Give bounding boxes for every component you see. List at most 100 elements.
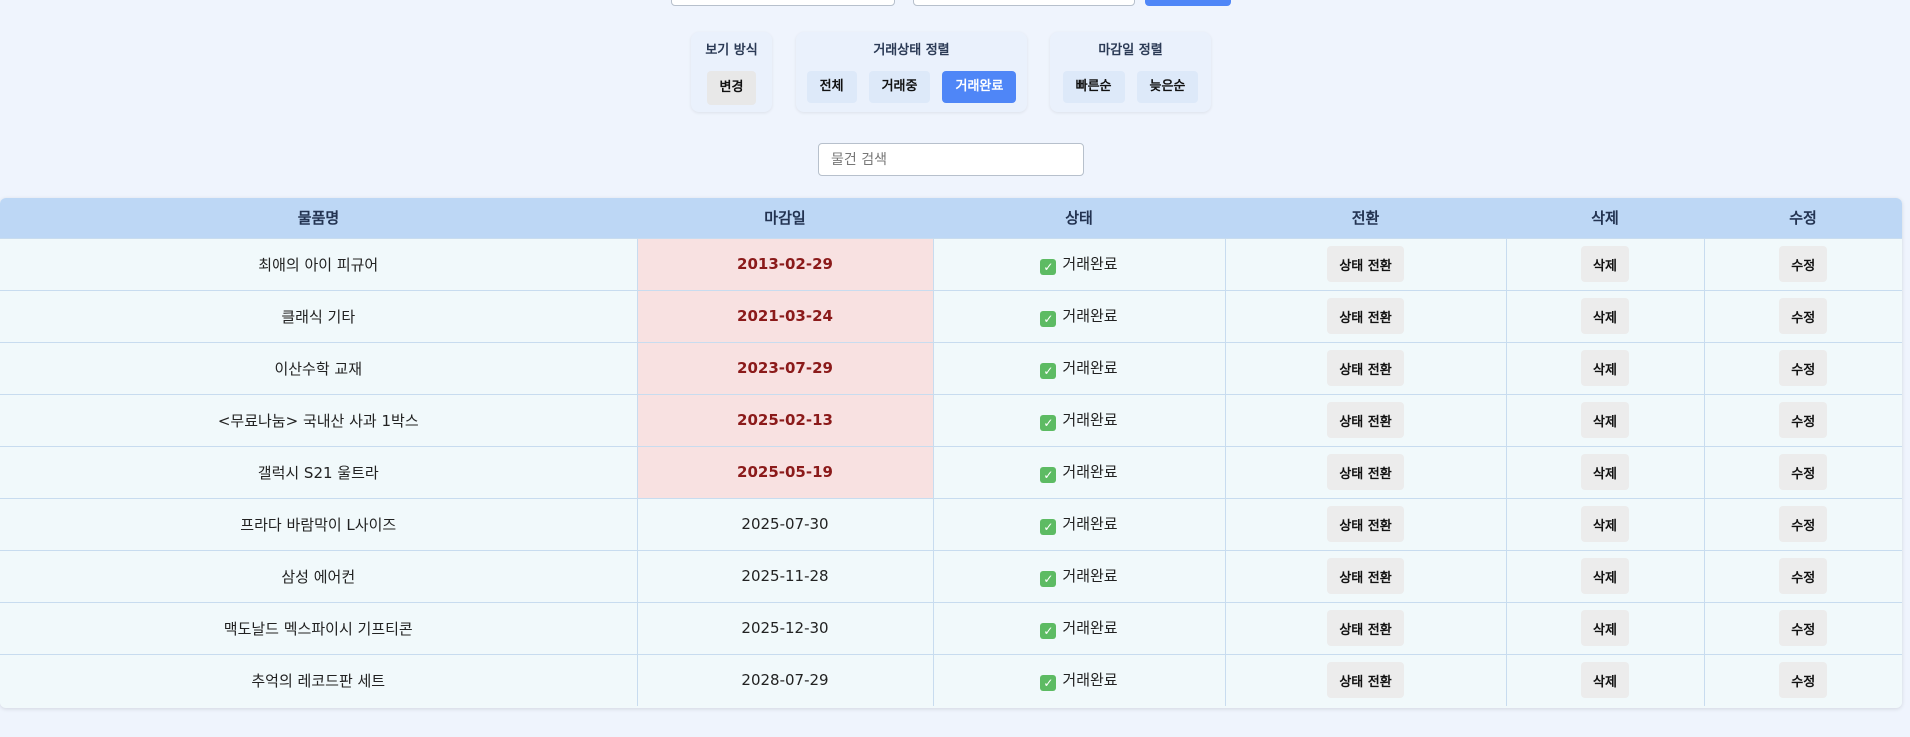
edit-button[interactable]: 수정: [1779, 662, 1828, 699]
status-label: 거래완료: [1062, 671, 1118, 690]
check-box-icon: ✓: [1040, 571, 1057, 587]
delete-button[interactable]: 삭제: [1581, 402, 1629, 438]
delete-button[interactable]: 삭제: [1581, 506, 1629, 542]
toggle-status-button[interactable]: 상태 전환: [1327, 662, 1404, 699]
check-box-icon: ✓: [1040, 259, 1057, 275]
toggle-status-button[interactable]: 상태 전환: [1327, 506, 1404, 542]
delete-button[interactable]: 삭제: [1581, 350, 1629, 386]
item-name: 갤럭시 S21 울트라: [0, 445, 638, 498]
delete-button-cell: 삭제: [1506, 237, 1705, 290]
status-sort-button-1[interactable]: 거래중: [868, 71, 931, 103]
column-header-2: 상태: [933, 198, 1225, 238]
item-name: 이산수학 교재: [0, 341, 638, 394]
status-label: 거래완료: [1062, 411, 1118, 429]
toggle-status-button-cell: 상태 전환: [1225, 445, 1507, 498]
toggle-status-button-cell: 상태 전환: [1225, 289, 1507, 342]
deadline-sort-title: 마감일 정렬: [1098, 43, 1163, 58]
edit-button[interactable]: 수정: [1779, 454, 1828, 490]
column-header-4: 삭제: [1506, 198, 1704, 238]
item-deadline: 2021-03-24: [637, 289, 934, 342]
item-name: 맥도날드 멕스파이시 기프티콘: [0, 601, 638, 654]
toggle-status-button-cell: 상태 전환: [1225, 497, 1507, 550]
delete-button[interactable]: 삭제: [1581, 298, 1629, 334]
toggle-status-button-cell: 상태 전환: [1225, 393, 1507, 446]
item-status: ✓ 거래완료: [933, 289, 1226, 342]
check-box-icon: ✓: [1040, 519, 1057, 535]
items-table: 물품명 마감일 상태 전환 삭제 수정 최애의 아이 피규어 2013-02-29 ✓ 거래완료…: [0, 198, 1902, 708]
top-input-2[interactable]: [913, 0, 1135, 6]
check-box-icon: ✓: [1040, 623, 1057, 639]
item-name: 추억의 레코드판 세트: [0, 653, 638, 706]
table-row: 이산수학 교재 2023-07-29 ✓ 거래완료 상태 전환 삭제 수정: [0, 341, 1902, 394]
top-submit-button[interactable]: [1145, 0, 1231, 6]
edit-button-cell: 수정: [1704, 601, 1902, 654]
table-header-row: 물품명 마감일 상태 전환 삭제 수정: [0, 198, 1902, 238]
edit-button-cell: 수정: [1704, 289, 1902, 342]
toggle-status-button[interactable]: 상태 전환: [1327, 454, 1404, 490]
delete-button[interactable]: 삭제: [1581, 610, 1629, 646]
item-status: ✓ 거래완료: [933, 237, 1226, 290]
toggle-status-button[interactable]: 상태 전환: [1327, 350, 1404, 386]
status-label: 거래완료: [1062, 255, 1118, 273]
status-label: 거래완료: [1062, 619, 1118, 637]
status-sort-title: 거래상태 정렬: [873, 43, 950, 58]
item-status: ✓ 거래완료: [933, 445, 1226, 498]
edit-button[interactable]: 수정: [1779, 298, 1828, 334]
item-name: 최애의 아이 피규어: [0, 237, 638, 290]
check-box-icon: ✓: [1040, 415, 1057, 431]
search-input[interactable]: [818, 143, 1084, 176]
edit-button-cell: 수정: [1704, 237, 1902, 290]
item-deadline: 2013-02-29: [637, 237, 934, 290]
edit-button-cell: 수정: [1704, 393, 1902, 446]
item-name: <무료나눔> 국내산 사과 1박스: [0, 393, 638, 446]
column-header-0: 물품명: [0, 198, 637, 238]
toggle-status-button[interactable]: 상태 전환: [1327, 558, 1404, 594]
edit-button[interactable]: 수정: [1779, 506, 1828, 542]
status-label: 거래완료: [1062, 359, 1118, 377]
toggle-status-button-cell: 상태 전환: [1225, 601, 1507, 654]
delete-button[interactable]: 삭제: [1581, 454, 1629, 490]
item-status: ✓ 거래완료: [933, 549, 1226, 602]
edit-button[interactable]: 수정: [1779, 350, 1828, 386]
check-box-icon: ✓: [1040, 675, 1057, 692]
table-row: 삼성 에어컨 2025-11-28 ✓ 거래완료 상태 전환 삭제 수정: [0, 549, 1902, 602]
toggle-status-button-cell: 상태 전환: [1225, 341, 1507, 394]
delete-button[interactable]: 삭제: [1581, 662, 1629, 699]
edit-button[interactable]: 수정: [1779, 402, 1828, 438]
delete-button[interactable]: 삭제: [1581, 558, 1629, 594]
item-deadline: 2028-07-29: [637, 653, 934, 706]
delete-button-cell: 삭제: [1506, 653, 1705, 706]
delete-button-cell: 삭제: [1506, 601, 1705, 654]
status-sort-button-0[interactable]: 전체: [806, 71, 857, 103]
deadline-sort-button-0[interactable]: 빠른순: [1062, 71, 1125, 103]
item-deadline: 2025-05-19: [637, 445, 934, 498]
item-deadline: 2023-07-29: [637, 341, 934, 394]
check-box-icon: ✓: [1040, 363, 1057, 379]
toggle-status-button[interactable]: 상태 전환: [1327, 402, 1404, 438]
item-deadline: 2025-02-13: [637, 393, 934, 446]
view-mode-change-button[interactable]: 변경: [706, 71, 757, 105]
deadline-sort-panel: 마감일 정렬 빠른순 늦은순: [1050, 32, 1211, 112]
status-label: 거래완료: [1062, 463, 1118, 481]
edit-button[interactable]: 수정: [1779, 558, 1828, 594]
item-status: ✓ 거래완료: [933, 653, 1226, 706]
table-row: <무료나눔> 국내산 사과 1박스 2025-02-13 ✓ 거래완료 상태 전환 삭제 수…: [0, 393, 1902, 446]
toggle-status-button[interactable]: 상태 전환: [1327, 246, 1404, 282]
toggle-status-button[interactable]: 상태 전환: [1327, 298, 1404, 334]
toggle-status-button-cell: 상태 전환: [1225, 549, 1507, 602]
delete-button[interactable]: 삭제: [1581, 246, 1629, 282]
item-status: ✓ 거래완료: [933, 341, 1226, 394]
toggle-status-button[interactable]: 상태 전환: [1327, 610, 1404, 646]
item-status: ✓ 거래완료: [933, 601, 1226, 654]
deadline-sort-button-1[interactable]: 늦은순: [1136, 71, 1199, 103]
table-row: 갤럭시 S21 울트라 2025-05-19 ✓ 거래완료 상태 전환 삭제 수정: [0, 445, 1902, 498]
table-row: 최애의 아이 피규어 2013-02-29 ✓ 거래완료 상태 전환 삭제 수정: [0, 237, 1902, 290]
table-row: 클래식 기타 2021-03-24 ✓ 거래완료 상태 전환 삭제 수정: [0, 289, 1902, 342]
status-sort-button-2[interactable]: 거래완료: [942, 71, 1017, 103]
edit-button[interactable]: 수정: [1779, 246, 1828, 282]
edit-button[interactable]: 수정: [1779, 610, 1828, 646]
top-input-1[interactable]: [671, 0, 895, 6]
toggle-status-button-cell: 상태 전환: [1225, 653, 1507, 706]
toggle-status-button-cell: 상태 전환: [1225, 237, 1507, 290]
table-row: 맥도날드 멕스파이시 기프티콘 2025-12-30 ✓ 거래완료 상태 전환 삭제 수정: [0, 601, 1902, 654]
